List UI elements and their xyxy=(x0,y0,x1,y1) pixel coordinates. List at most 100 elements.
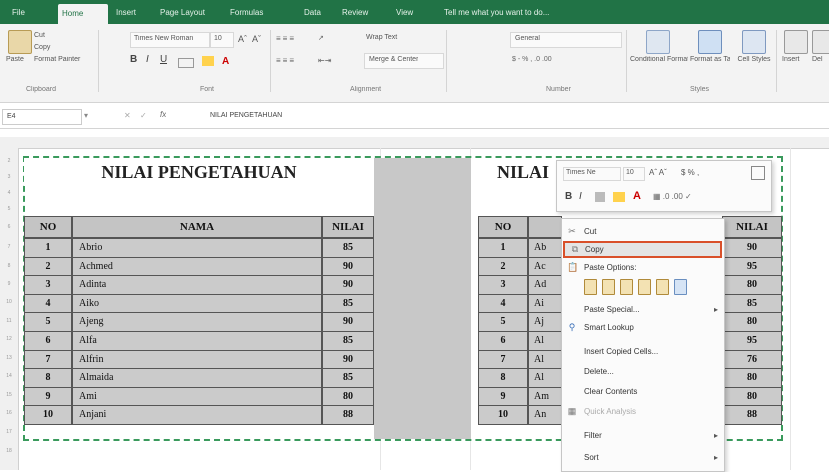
tab-review[interactable]: Review xyxy=(338,5,384,21)
cell-styles-button[interactable]: Cell Styles xyxy=(736,56,772,63)
table-cell[interactable]: Ai xyxy=(528,293,562,314)
table-cell[interactable]: 76 xyxy=(722,349,782,370)
tab-file[interactable]: File xyxy=(8,5,36,21)
italic-icon[interactable]: I xyxy=(146,54,149,65)
table-cell[interactable]: 95 xyxy=(722,331,782,351)
table-cell[interactable]: 1 xyxy=(24,238,72,258)
table-cell[interactable]: 6 xyxy=(478,331,528,351)
orientation-icon[interactable]: ↗ xyxy=(318,34,332,42)
align-top-icon[interactable]: ≡≡≡ xyxy=(276,34,316,43)
table-cell[interactable]: 80 xyxy=(722,386,782,407)
table-cell[interactable]: Ami xyxy=(72,386,322,407)
table-cell[interactable]: 80 xyxy=(722,312,782,332)
wrap-text-button[interactable]: Wrap Text xyxy=(366,34,416,41)
mini-bold-icon[interactable]: B xyxy=(565,191,572,202)
table-cell[interactable]: 85 xyxy=(722,293,782,314)
name-box[interactable]: E4 xyxy=(2,109,82,125)
table-cell[interactable]: 88 xyxy=(322,405,374,425)
table-cell[interactable]: Aj xyxy=(528,312,562,332)
table-cell[interactable]: 9 xyxy=(24,386,72,407)
number-format-dropdown[interactable]: General xyxy=(510,32,622,48)
menu-item-filter[interactable]: Filter ▸ xyxy=(562,427,724,444)
table-cell[interactable]: Am xyxy=(528,386,562,407)
formula-input[interactable]: NILAI PENGETAHUAN xyxy=(210,112,810,124)
column-header-nama[interactable] xyxy=(528,216,562,238)
paste-formatting-icon[interactable] xyxy=(656,279,669,295)
decrease-font-icon[interactable]: Aˇ xyxy=(252,34,261,44)
mini-fill-color-icon[interactable] xyxy=(613,192,625,202)
table-cell[interactable]: Ad xyxy=(528,275,562,295)
mini-increase-font-icon[interactable]: Aˆ Aˇ xyxy=(649,168,667,177)
mini-align-icon[interactable] xyxy=(595,192,605,202)
tab-insert[interactable]: Insert xyxy=(112,5,152,21)
mini-font-color-icon[interactable]: A xyxy=(633,190,641,202)
table-cell[interactable]: 10 xyxy=(24,405,72,425)
table-cell[interactable]: 85 xyxy=(322,368,374,388)
table-cell[interactable]: 1 xyxy=(478,238,528,258)
table-cell[interactable]: 5 xyxy=(478,312,528,332)
font-name-dropdown[interactable]: Times New Roman xyxy=(130,32,210,48)
table-cell[interactable]: Ab xyxy=(528,238,562,258)
table-cell[interactable]: 85 xyxy=(322,331,374,351)
paste-icon[interactable] xyxy=(8,30,32,54)
paste-icon[interactable] xyxy=(584,279,597,295)
menu-item-paste-special[interactable]: Paste Special... ▸ xyxy=(562,301,724,318)
name-box-dropdown-icon[interactable]: ▾ xyxy=(84,111,88,120)
menu-item-delete[interactable]: Delete... xyxy=(562,363,724,380)
table-cell[interactable]: Alfa xyxy=(72,331,322,351)
table-cell[interactable]: 95 xyxy=(722,256,782,277)
paste-label[interactable]: Paste xyxy=(6,56,36,63)
bold-icon[interactable]: B xyxy=(130,54,137,65)
column-header-nilai[interactable]: NILAI xyxy=(722,216,782,238)
table-cell[interactable]: 8 xyxy=(24,368,72,388)
table-cell[interactable]: 3 xyxy=(24,275,72,295)
cut-button[interactable]: Cut xyxy=(34,32,74,39)
indent-icon[interactable]: ⇤⇥ xyxy=(318,56,348,65)
tab-data[interactable]: Data xyxy=(300,5,330,21)
table-cell[interactable]: 2 xyxy=(24,256,72,277)
table-cell[interactable]: 88 xyxy=(722,405,782,425)
table-cell[interactable]: Aiko xyxy=(72,293,322,314)
insert-cells-button[interactable]: Insert xyxy=(782,56,808,63)
menu-item-copy[interactable]: ⧉ Copy xyxy=(563,241,722,258)
mini-borders-icon[interactable] xyxy=(751,166,765,180)
table-cell[interactable]: Ac xyxy=(528,256,562,277)
table-cell[interactable]: 9 xyxy=(478,386,528,407)
table-cell[interactable]: 7 xyxy=(478,349,528,370)
tab-page-layout[interactable]: Page Layout xyxy=(156,5,222,21)
table-cell[interactable]: 10 xyxy=(478,405,528,425)
mini-font-dropdown[interactable]: Times Ne xyxy=(563,167,621,181)
column-header-nama[interactable]: NAMA xyxy=(72,216,322,238)
table-cell[interactable]: Alfrin xyxy=(72,349,322,370)
borders-icon[interactable] xyxy=(178,58,194,68)
table-cell[interactable]: Adinta xyxy=(72,275,322,295)
align-left-icon[interactable]: ≡≡≡ xyxy=(276,56,316,65)
menu-item-smart-lookup[interactable]: ⚲ Smart Lookup xyxy=(562,319,724,336)
table-cell[interactable]: 8 xyxy=(478,368,528,388)
tab-home[interactable]: Home xyxy=(58,4,108,24)
table-cell[interactable]: 80 xyxy=(322,386,374,407)
table-cell[interactable]: 4 xyxy=(24,293,72,314)
table-cell[interactable]: 80 xyxy=(722,368,782,388)
menu-item-clear-contents[interactable]: Clear Contents xyxy=(562,383,724,400)
mini-misc-icons[interactable]: ▦ .0 .00 ✓ xyxy=(653,192,692,201)
table-cell[interactable]: 3 xyxy=(478,275,528,295)
table-cell[interactable]: 4 xyxy=(478,293,528,314)
menu-item-sort[interactable]: Sort ▸ xyxy=(562,449,724,466)
conditional-formatting-icon[interactable] xyxy=(646,30,670,54)
mini-number-format-icon[interactable]: $ % , xyxy=(681,168,699,177)
table-cell[interactable]: 85 xyxy=(322,238,374,258)
tab-formulas[interactable]: Formulas xyxy=(226,5,278,21)
table-cell[interactable]: 90 xyxy=(322,312,374,332)
format-as-table-button[interactable]: Format as Table xyxy=(690,56,730,63)
insert-cells-icon[interactable] xyxy=(784,30,808,54)
table-cell[interactable]: 7 xyxy=(24,349,72,370)
increase-font-icon[interactable]: Aˆ xyxy=(238,34,247,44)
enter-icon[interactable]: ✓ xyxy=(140,111,147,120)
table-cell[interactable]: An xyxy=(528,405,562,425)
insert-function-icon[interactable]: fx xyxy=(160,110,166,119)
table-cell[interactable]: 5 xyxy=(24,312,72,332)
table-cell[interactable]: Abrio xyxy=(72,238,322,258)
delete-cells-button[interactable]: Del xyxy=(812,56,829,63)
cell-styles-icon[interactable] xyxy=(742,30,766,54)
